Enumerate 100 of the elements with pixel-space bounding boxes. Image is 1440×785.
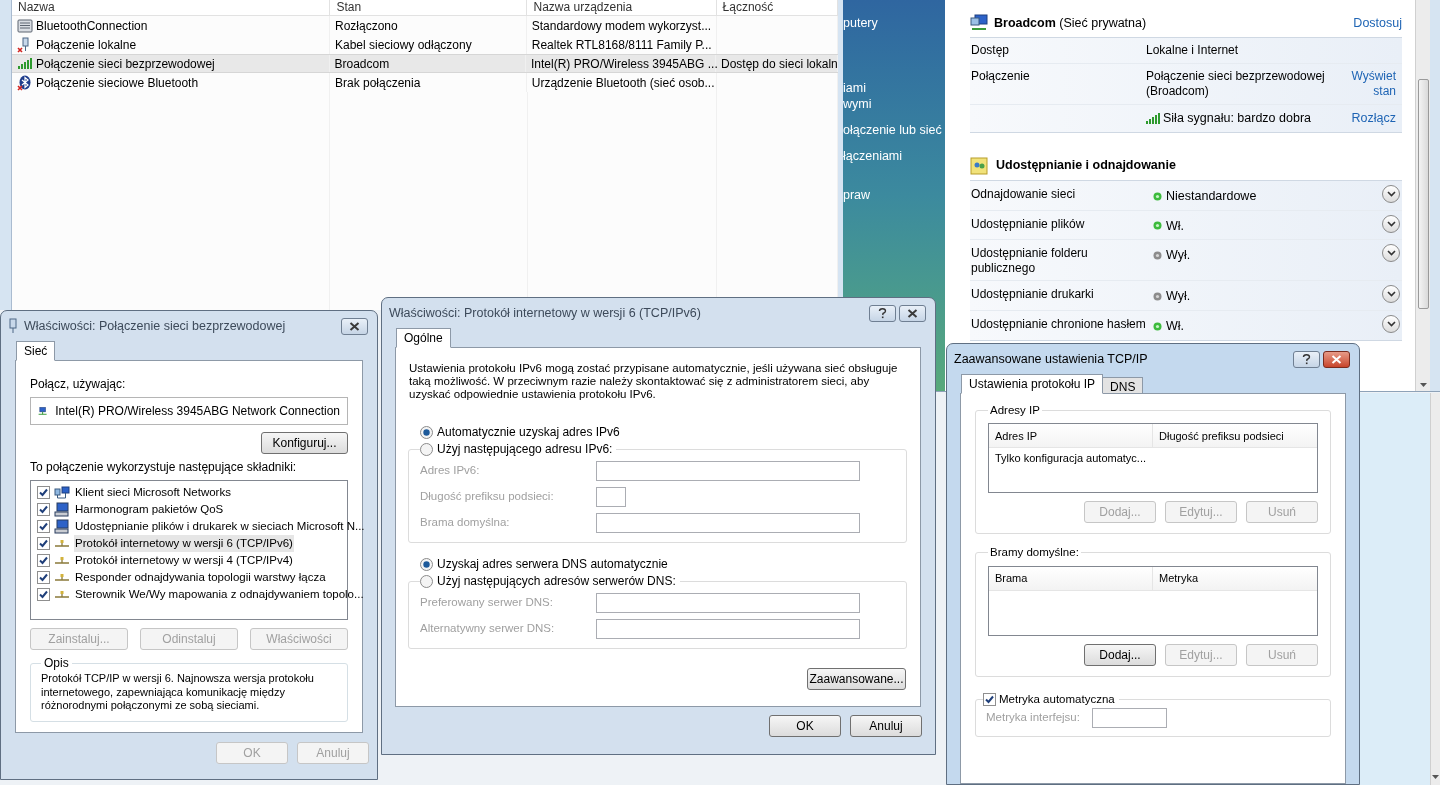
checkbox[interactable] <box>37 571 50 584</box>
sharing-icon <box>970 156 988 175</box>
sidebar-link[interactable]: łączeniami <box>843 148 945 164</box>
checkbox[interactable] <box>37 537 50 550</box>
expand-button[interactable] <box>1382 184 1400 203</box>
radio-option[interactable]: Użyj następującego adresu IPv6: <box>420 440 613 458</box>
field-label: Adres IPv6: <box>420 463 481 479</box>
sidebar-link[interactable]: ołączenie lub sieć <box>843 122 945 138</box>
tab[interactable]: Sieć <box>16 341 56 361</box>
close-icon <box>907 308 918 318</box>
column-header[interactable]: Łączność <box>716 0 838 15</box>
group-title: Adresy IP <box>989 403 1041 418</box>
sharing-status: Wył. <box>1166 288 1191 306</box>
radio-option[interactable]: Użyj następujących adresów serwerów DNS: <box>420 572 676 590</box>
sharing-status: Niestandardowe <box>1166 187 1257 205</box>
computer-icon <box>54 519 70 534</box>
component-item[interactable]: Klient sieci Microsoft Networks <box>74 483 232 502</box>
dialog-button[interactable]: Anuluj <box>850 715 922 737</box>
table-cell-text: Broadcom <box>334 55 390 73</box>
section-title: Udostępnianie i odnajdowanie <box>996 157 1176 175</box>
column-header[interactable]: Długość prefiksu podsieci <box>1153 424 1317 448</box>
expand-button[interactable] <box>1382 244 1400 263</box>
checkbox[interactable] <box>37 520 50 533</box>
table-cell-text: Połączenie sieciowe Bluetooth <box>36 74 199 92</box>
radio-icon[interactable] <box>420 557 433 571</box>
scroll-down-icon[interactable] <box>1419 383 1427 387</box>
component-item[interactable]: Sterownik We/Wy mapowania z odnajdywaniem topolo... <box>74 585 365 604</box>
dialog-button[interactable]: Dodaj... <box>1084 643 1156 666</box>
help-button[interactable] <box>869 304 896 322</box>
signal-strength: Siła sygnału: bardzo dobra <box>1163 110 1311 127</box>
close-icon <box>1331 354 1342 364</box>
component-item[interactable]: Protokół internetowy w wersji 4 (TCP/IPv4) <box>74 551 294 570</box>
help-button[interactable] <box>1293 350 1320 368</box>
checkbox[interactable] <box>37 503 50 516</box>
dialog-button[interactable]: Konfiguruj... <box>261 432 348 454</box>
field-label: Długość prefiksu podsieci: <box>420 489 555 505</box>
signal-bars-icon <box>1146 112 1160 124</box>
protocol-icon <box>54 589 70 600</box>
detail-label: Połączenie <box>970 69 1031 85</box>
tab[interactable]: Ustawienia protokołu IP <box>961 374 1104 394</box>
network-computers-icon <box>54 485 70 500</box>
column-header[interactable]: Brama <box>989 566 1153 590</box>
component-item[interactable]: Responder odnajdywania topologii warstwy łącza <box>74 568 327 587</box>
connection-row[interactable]: Połączenie sieci bezprzewodowej Broadcom Intel(R) PRO/Wireless 3945ABG ... Dostęp do sieci lokaln <box>12 54 838 73</box>
scroll-down-icon[interactable] <box>1432 775 1439 779</box>
expand-button[interactable] <box>1382 285 1400 304</box>
adapter-name: Intel(R) PRO/Wireless 3945ABG Network Connection <box>55 403 340 420</box>
network-adapter-icon <box>8 318 18 334</box>
sidebar-link[interactable]: iami wymi <box>843 80 945 112</box>
close-button[interactable] <box>341 317 368 335</box>
question-icon <box>1302 353 1311 365</box>
radio-option[interactable]: Uzyskaj adres serwera DNS automatycznie <box>420 555 907 573</box>
table-cell-text: Tylko konfiguracja automatyc... <box>994 451 1147 466</box>
checkbox-option[interactable]: Metryka automatyczna <box>983 690 1115 708</box>
close-button[interactable] <box>899 304 926 322</box>
field-label: To połączenie wykorzystuje następujące składniki: <box>30 459 298 476</box>
column-header[interactable]: Stan <box>330 0 528 15</box>
tab[interactable]: Ogólne <box>396 328 451 348</box>
component-item[interactable]: Protokół internetowy w wersji 6 (TCP/IPv6) <box>74 534 294 553</box>
connection-row[interactable]: Połączenie sieciowe Bluetooth Brak połączenia Urządzenie Bluetooth (sieć osob... <box>12 73 838 92</box>
scroll-thumb[interactable] <box>1417 78 1429 309</box>
connection-row[interactable]: BluetoothConnection Rozłączono Standardowy modem wykorzyst... <box>12 16 838 35</box>
component-item[interactable]: Udostępnianie plików i drukarek w sieciach Microsoft N... <box>74 517 366 536</box>
sidebar-link[interactable]: putery <box>843 15 945 31</box>
radio-icon[interactable] <box>420 442 433 456</box>
disconnect-link[interactable]: Rozłącz <box>1351 109 1402 128</box>
window-title: Właściwości: Protokół internetowy w wersji 6 (TCP/IPv6) <box>389 304 701 322</box>
dialog-button[interactable]: Zaawansowane... <box>807 668 906 690</box>
protocol-icon <box>54 572 70 583</box>
customize-link[interactable]: Dostosuj <box>1353 13 1402 33</box>
column-header[interactable]: Metryka <box>1153 566 1317 590</box>
radio-icon[interactable] <box>420 574 433 588</box>
expand-button[interactable] <box>1382 315 1400 333</box>
bluetooth-icon <box>17 74 33 91</box>
column-header[interactable]: Nazwa urządzenia <box>527 0 717 15</box>
chevron-down-icon <box>1386 250 1396 257</box>
radio-option[interactable]: Automatycznie uzyskaj adres IPv6 <box>420 423 907 441</box>
checkbox[interactable] <box>37 554 50 567</box>
column-header[interactable]: Adres IP <box>989 424 1153 448</box>
component-item[interactable]: Harmonogram pakietów QoS <box>74 500 225 519</box>
network-name: Broadcom (Sieć prywatna) <box>994 14 1147 32</box>
checkbox[interactable] <box>37 588 50 601</box>
status-link[interactable]: Wyświet stan <box>1344 69 1402 99</box>
detail-value: Lokalne i Internet <box>1146 43 1240 58</box>
signal-bars-icon <box>17 57 33 70</box>
dialog-button[interactable]: OK <box>769 715 841 737</box>
sharing-label: Udostępnianie chronione hasłem <box>970 316 1147 332</box>
radio-icon[interactable] <box>420 425 433 439</box>
column-header[interactable]: Nazwa <box>12 0 331 15</box>
checkbox[interactable] <box>37 486 50 499</box>
sharing-label: Udostępnianie folderu publicznego <box>970 245 1089 277</box>
table-cell-text: Kabel sieciowy odłączony <box>334 36 472 54</box>
expand-button[interactable] <box>1382 214 1400 233</box>
sidebar-link[interactable]: praw <box>843 187 945 203</box>
detail-value: Połączenie sieci bezprzewodowej (Broadcom) <box>1146 69 1326 99</box>
checkbox[interactable] <box>983 692 996 706</box>
close-button[interactable] <box>1323 350 1350 368</box>
group-title: Bramy domyślne: <box>989 545 1080 561</box>
chevron-down-icon <box>1386 291 1396 298</box>
protocol-icon <box>54 538 70 549</box>
